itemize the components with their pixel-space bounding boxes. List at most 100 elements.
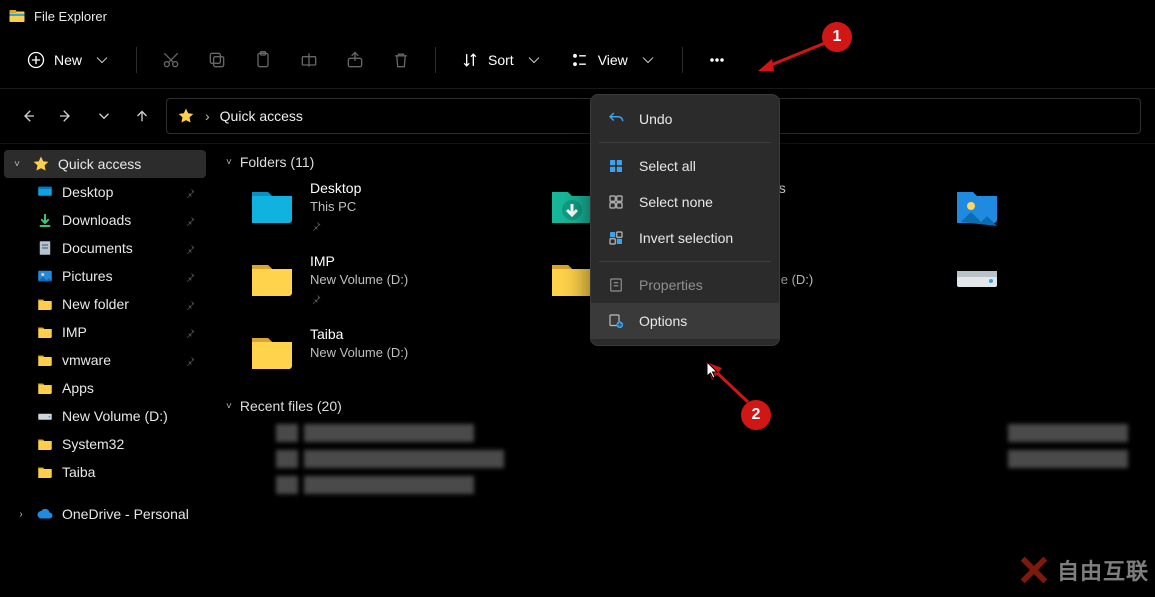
options-icon <box>607 312 625 330</box>
chevron-down-icon: ˅ <box>226 401 232 412</box>
recent-locations-button[interactable] <box>90 102 118 130</box>
sidebar-item-label: Downloads <box>62 212 131 228</box>
menu-separator <box>599 261 771 262</box>
sidebar-item-label: New Volume (D:) <box>62 408 168 424</box>
sidebar-item-label: Desktop <box>62 184 113 200</box>
navigation-pane: ˅Quick access Desktop Downloads Documents Pi… <box>0 144 210 597</box>
sidebar-item-quick-access[interactable]: ˅Quick access <box>4 150 206 178</box>
menu-item-options[interactable]: Options <box>591 303 779 339</box>
folder-icon <box>548 253 596 301</box>
sidebar-item-label: IMP <box>62 324 87 340</box>
pin-icon <box>184 242 196 254</box>
folder-location: This PC <box>310 199 361 214</box>
cursor-icon <box>706 361 720 382</box>
folder-icon <box>36 323 54 341</box>
sort-button[interactable]: Sort <box>452 44 552 76</box>
star-icon <box>177 107 195 125</box>
see-more-button[interactable] <box>699 44 735 76</box>
folder-icon <box>248 326 296 374</box>
sidebar-item-pictures[interactable]: Pictures <box>4 262 206 290</box>
downloads-tile-icon <box>548 180 596 228</box>
invert-icon <box>607 229 625 247</box>
sidebar-item-downloads[interactable]: Downloads <box>4 206 206 234</box>
sidebar-item-label: Taiba <box>62 464 95 480</box>
annotation-badge-1: 1 <box>822 22 852 52</box>
separator <box>682 47 683 73</box>
annotation-arrow-1 <box>754 37 834 75</box>
cut-button[interactable] <box>153 44 189 76</box>
menu-item-label: Select all <box>639 158 696 174</box>
menu-item-label: Select none <box>639 194 713 210</box>
sidebar-item-documents[interactable]: Documents <box>4 234 206 262</box>
pin-icon <box>184 214 196 226</box>
folder-item[interactable] <box>953 180 1008 231</box>
sidebar-item-vmware[interactable]: vmware <box>4 346 206 374</box>
rename-button[interactable] <box>291 44 327 76</box>
undo-icon <box>607 110 625 128</box>
copy-button[interactable] <box>199 44 235 76</box>
sidebar-item-system32[interactable]: System32 <box>4 430 206 458</box>
address-bar: › Quick access <box>0 88 1155 144</box>
pictures-icon <box>36 267 54 285</box>
pin-icon <box>184 354 196 366</box>
folder-item-desktop[interactable]: Desktop This PC <box>248 180 498 231</box>
watermark-logo-icon <box>1017 553 1051 587</box>
folder-location: New Volume (D:) <box>310 345 408 360</box>
new-button[interactable]: New <box>18 44 120 76</box>
sidebar-item-label: OneDrive - Personal <box>62 506 189 522</box>
select-none-icon <box>607 193 625 211</box>
folder-icon <box>36 435 54 453</box>
delete-button[interactable] <box>383 44 419 76</box>
separator <box>435 47 436 73</box>
chevron-down-icon: ˅ <box>226 157 232 168</box>
view-button[interactable]: View <box>562 44 666 76</box>
back-button[interactable] <box>14 102 42 130</box>
drive-icon <box>36 407 54 425</box>
folder-name: Taiba <box>310 326 408 342</box>
sidebar-item-desktop[interactable]: Desktop <box>4 178 206 206</box>
sidebar-item-imp[interactable]: IMP <box>4 318 206 346</box>
up-button[interactable] <box>128 102 156 130</box>
chevron-down-icon: ˅ <box>10 159 24 170</box>
folder-location: New Volume (D:) <box>310 272 408 287</box>
select-all-icon <box>607 157 625 175</box>
folder-icon <box>36 463 54 481</box>
menu-item-undo[interactable]: Undo <box>591 101 779 137</box>
sidebar-item-label: Documents <box>62 240 133 256</box>
pin-icon <box>184 270 196 282</box>
folder-item-imp[interactable]: IMP New Volume (D:) <box>248 253 498 304</box>
file-explorer-icon <box>8 7 26 25</box>
menu-item-label: Undo <box>639 111 672 127</box>
desktop-tile-icon <box>248 180 296 228</box>
chevron-down-icon <box>524 50 544 70</box>
folder-item[interactable] <box>953 253 1008 304</box>
cloud-icon <box>36 505 54 523</box>
paste-button[interactable] <box>245 44 281 76</box>
folder-item-taiba[interactable]: Taiba New Volume (D:) <box>248 326 498 374</box>
recent-section-header[interactable]: ˅ Recent files (20) <box>226 398 1151 414</box>
menu-item-label: Options <box>639 313 687 329</box>
folder-name: Desktop <box>310 180 361 196</box>
menu-item-label: Invert selection <box>639 230 733 246</box>
breadcrumb-label: Quick access <box>220 108 303 124</box>
desktop-icon <box>36 183 54 201</box>
folder-icon <box>36 379 54 397</box>
more-options-menu: Undo Select all Select none Invert selectio… <box>590 94 780 346</box>
sidebar-item-new-volume-d-[interactable]: New Volume (D:) <box>4 402 206 430</box>
sidebar-item-new-folder[interactable]: New folder <box>4 290 206 318</box>
folder-name: IMP <box>310 253 408 269</box>
menu-item-select-none[interactable]: Select none <box>591 184 779 220</box>
downloads-icon <box>36 211 54 229</box>
toolbar: New Sort View <box>0 32 1155 88</box>
sidebar-item-taiba[interactable]: Taiba <box>4 458 206 486</box>
sidebar-item-onedrive[interactable]: › OneDrive - Personal <box>4 500 206 528</box>
documents-icon <box>36 239 54 257</box>
share-button[interactable] <box>337 44 373 76</box>
forward-button[interactable] <box>52 102 80 130</box>
menu-item-invert[interactable]: Invert selection <box>591 220 779 256</box>
annotation-badge-2: 2 <box>741 400 771 430</box>
sidebar-item-apps[interactable]: Apps <box>4 374 206 402</box>
window-title: File Explorer <box>34 9 107 24</box>
menu-item-select-all[interactable]: Select all <box>591 148 779 184</box>
pin-icon <box>184 298 196 310</box>
